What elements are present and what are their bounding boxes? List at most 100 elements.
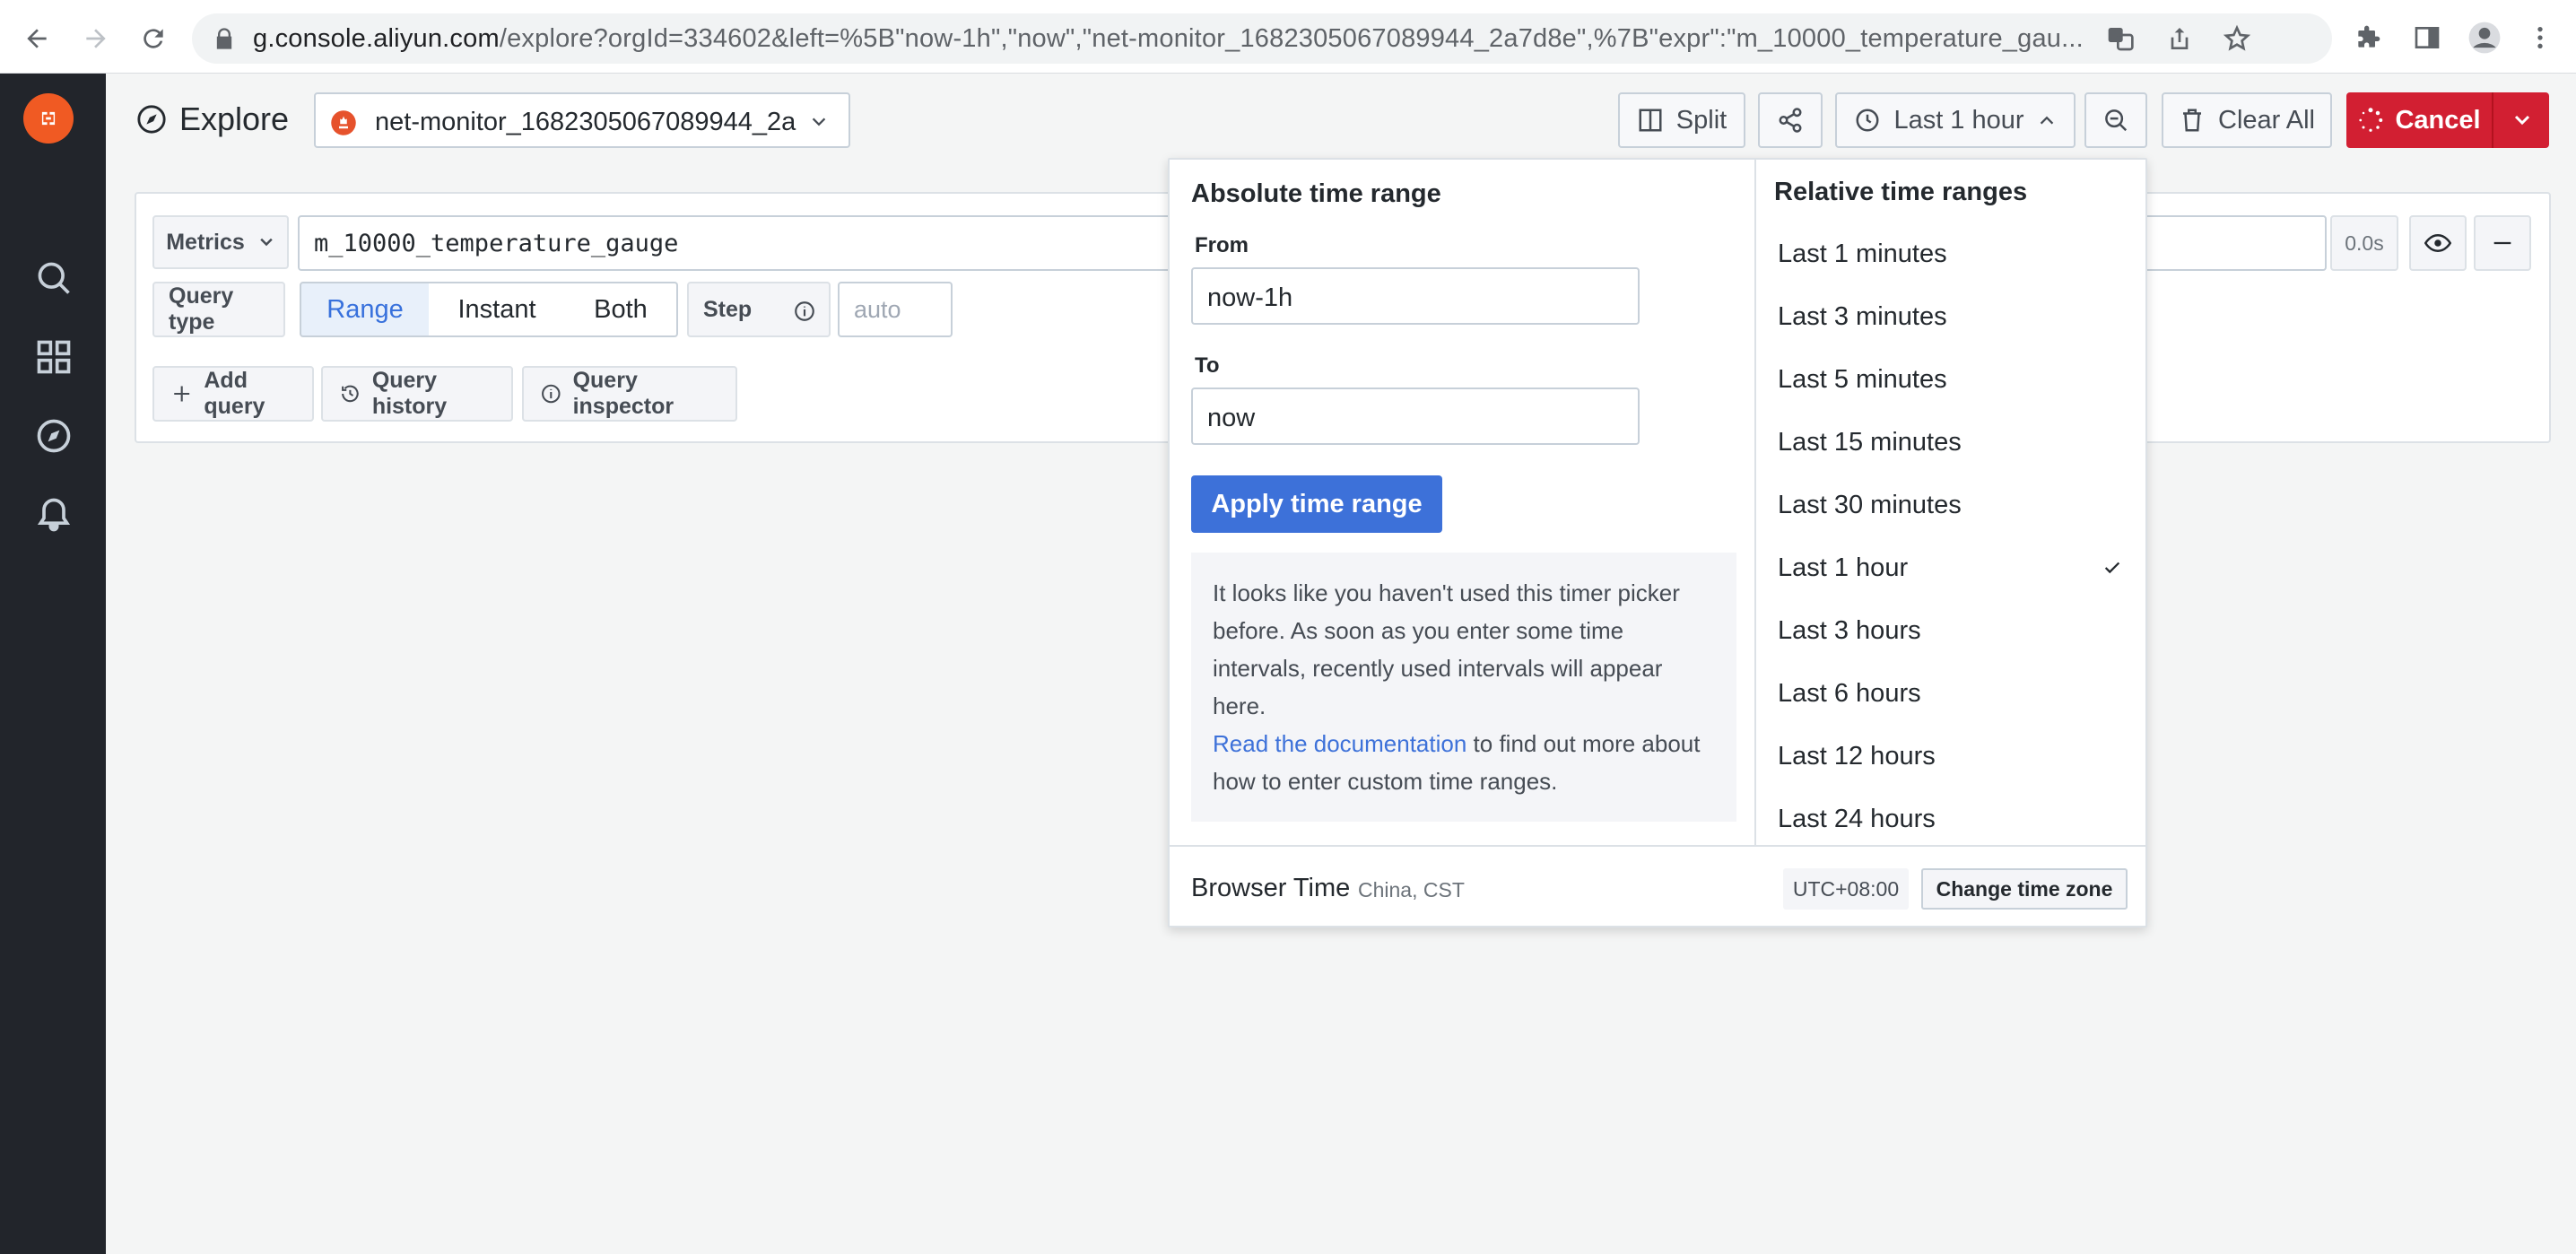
time-picker-help-box: It looks like you haven't used this time… <box>1191 553 1736 822</box>
split-button[interactable]: Split <box>1618 92 1745 148</box>
documentation-link[interactable]: Read the documentation <box>1213 730 1466 757</box>
query-inspector-button[interactable]: Query inspector <box>522 366 737 422</box>
from-input[interactable]: now-1h <box>1191 267 1640 325</box>
query-type-instant[interactable]: Instant <box>429 282 567 337</box>
query-history-label: Query history <box>371 368 448 419</box>
split-columns-icon <box>1639 109 1662 132</box>
chevron-down-icon <box>260 238 273 247</box>
relative-range-item[interactable]: Last 3 minutes <box>1758 285 2145 348</box>
split-label: Split <box>1675 105 1727 135</box>
page-title: Explore <box>136 100 289 138</box>
relative-range-label: Last 6 hours <box>1778 678 1921 708</box>
prometheus-icon <box>331 110 356 135</box>
browser-menu-icon[interactable] <box>2522 20 2558 56</box>
add-query-label: Add query <box>204 368 265 419</box>
chevron-down-icon <box>812 118 826 126</box>
explore-compass-icon <box>137 105 166 134</box>
trash-icon <box>2183 109 2201 132</box>
relative-ranges-list: Last 1 minutes Last 3 minutes Last 5 min… <box>1758 222 2145 845</box>
relative-range-label: Last 30 minutes <box>1778 490 1962 519</box>
query-type-range[interactable]: Range <box>300 282 431 337</box>
relative-range-item[interactable]: Last 30 minutes <box>1758 474 2145 536</box>
from-label: From <box>1195 233 1249 257</box>
info-icon[interactable] <box>793 300 816 323</box>
relative-range-label: Last 3 minutes <box>1778 301 1947 331</box>
chevron-down-icon <box>2514 115 2530 126</box>
zoom-out-button[interactable] <box>2084 92 2147 148</box>
relative-range-item[interactable]: Last 6 hours <box>1758 662 2145 725</box>
bookmark-star-icon[interactable] <box>2223 24 2251 53</box>
checkmark-icon <box>2104 562 2120 574</box>
explore-compass-icon[interactable] <box>34 416 74 456</box>
metrics-label: Metrics <box>166 229 245 255</box>
translate-icon[interactable] <box>2106 24 2135 53</box>
chevron-up-icon <box>2040 116 2053 125</box>
back-icon[interactable] <box>16 18 57 59</box>
spinner-icon <box>2359 108 2383 132</box>
dashboards-icon[interactable] <box>34 337 74 377</box>
sidebar <box>0 74 106 1254</box>
relative-range-label: Last 15 minutes <box>1778 427 1962 457</box>
apply-time-range-button[interactable]: Apply time range <box>1191 475 1442 533</box>
datasource-picker[interactable]: net-monitor_1682305067089944_2a7d8e <box>314 92 850 148</box>
clear-all-button[interactable]: Clear All <box>2162 92 2332 148</box>
toggle-query-visibility-button[interactable] <box>2409 215 2467 271</box>
lock-icon <box>216 28 232 49</box>
query-type-label: Query type <box>152 282 285 337</box>
relative-range-item[interactable]: Last 24 hours <box>1758 788 2145 845</box>
share-icon[interactable] <box>2165 24 2194 53</box>
query-type-both[interactable]: Both <box>565 282 678 337</box>
absolute-time-range-title: Absolute time range <box>1191 179 1441 208</box>
eye-icon <box>2424 233 2451 253</box>
relative-range-label: Last 1 minutes <box>1778 239 1947 268</box>
remove-query-button[interactable] <box>2474 215 2531 271</box>
time-picker-footer: Browser Time China, CST UTC+08:00 Change… <box>1170 845 2145 927</box>
metrics-browser-button[interactable]: Metrics <box>152 215 289 269</box>
to-label: To <box>1195 353 1220 378</box>
aliyun-logo[interactable] <box>23 93 74 144</box>
cancel-query-button[interactable]: Cancel <box>2346 92 2549 148</box>
side-panel-icon[interactable] <box>2409 20 2445 56</box>
relative-time-ranges-title: Relative time ranges <box>1774 178 2028 206</box>
zoom-out-icon <box>2105 109 2128 132</box>
page-title-text: Explore <box>179 100 290 137</box>
url-text: g.console.aliyun.com/explore?orgId=33460… <box>253 24 2083 53</box>
step-label-text: Step <box>703 296 753 322</box>
time-range-popover: Absolute time range From now-1h To now A… <box>1168 158 2147 927</box>
relative-range-item[interactable]: Last 12 hours <box>1758 725 2145 788</box>
query-duration-badge: 0.0s <box>2330 215 2398 271</box>
share-link-button[interactable] <box>1758 92 1823 148</box>
step-label: Step <box>687 282 831 337</box>
relative-range-item-selected[interactable]: Last 1 hour <box>1758 536 2145 599</box>
extensions-icon[interactable] <box>2350 20 2386 56</box>
refresh-options-dropdown[interactable] <box>2495 92 2549 148</box>
search-icon[interactable] <box>34 258 74 298</box>
to-input[interactable]: now <box>1191 388 1640 445</box>
relative-range-item[interactable]: Last 5 minutes <box>1758 348 2145 411</box>
change-time-zone-button[interactable]: Change time zone <box>1921 868 2128 910</box>
time-range-picker-button[interactable]: Last 1 hour <box>1835 92 2076 148</box>
minus-icon <box>2493 241 2511 245</box>
cancel-label: Cancel <box>2395 105 2481 135</box>
cancel-main-button[interactable]: Cancel <box>2346 92 2493 148</box>
datasource-name: net-monitor_1682305067089944_2a7d8e <box>375 108 796 136</box>
address-bar[interactable]: g.console.aliyun.com/explore?orgId=33460… <box>192 13 2332 64</box>
absolute-time-range-section: Absolute time range From now-1h To now A… <box>1170 160 1756 845</box>
timezone-sub: China, CST <box>1358 878 1465 901</box>
alerting-bell-icon[interactable] <box>34 495 74 535</box>
add-query-button[interactable]: Add query <box>152 366 314 422</box>
browser-chrome: g.console.aliyun.com/explore?orgId=33460… <box>0 0 2576 74</box>
share-nodes-icon <box>1779 108 1802 133</box>
relative-range-label: Last 3 hours <box>1778 615 1921 645</box>
step-input[interactable]: auto <box>838 282 953 337</box>
profile-avatar-icon[interactable] <box>2467 20 2502 56</box>
history-icon <box>342 385 359 403</box>
info-circle-icon <box>542 384 561 404</box>
query-history-button[interactable]: Query history <box>321 366 513 422</box>
forward-icon[interactable] <box>75 18 117 59</box>
relative-range-item[interactable]: Last 3 hours <box>1758 599 2145 662</box>
relative-range-item[interactable]: Last 1 minutes <box>1758 222 2145 285</box>
relative-range-label: Last 1 hour <box>1778 553 1909 582</box>
relative-range-item[interactable]: Last 15 minutes <box>1758 411 2145 474</box>
reload-icon[interactable] <box>133 18 174 59</box>
